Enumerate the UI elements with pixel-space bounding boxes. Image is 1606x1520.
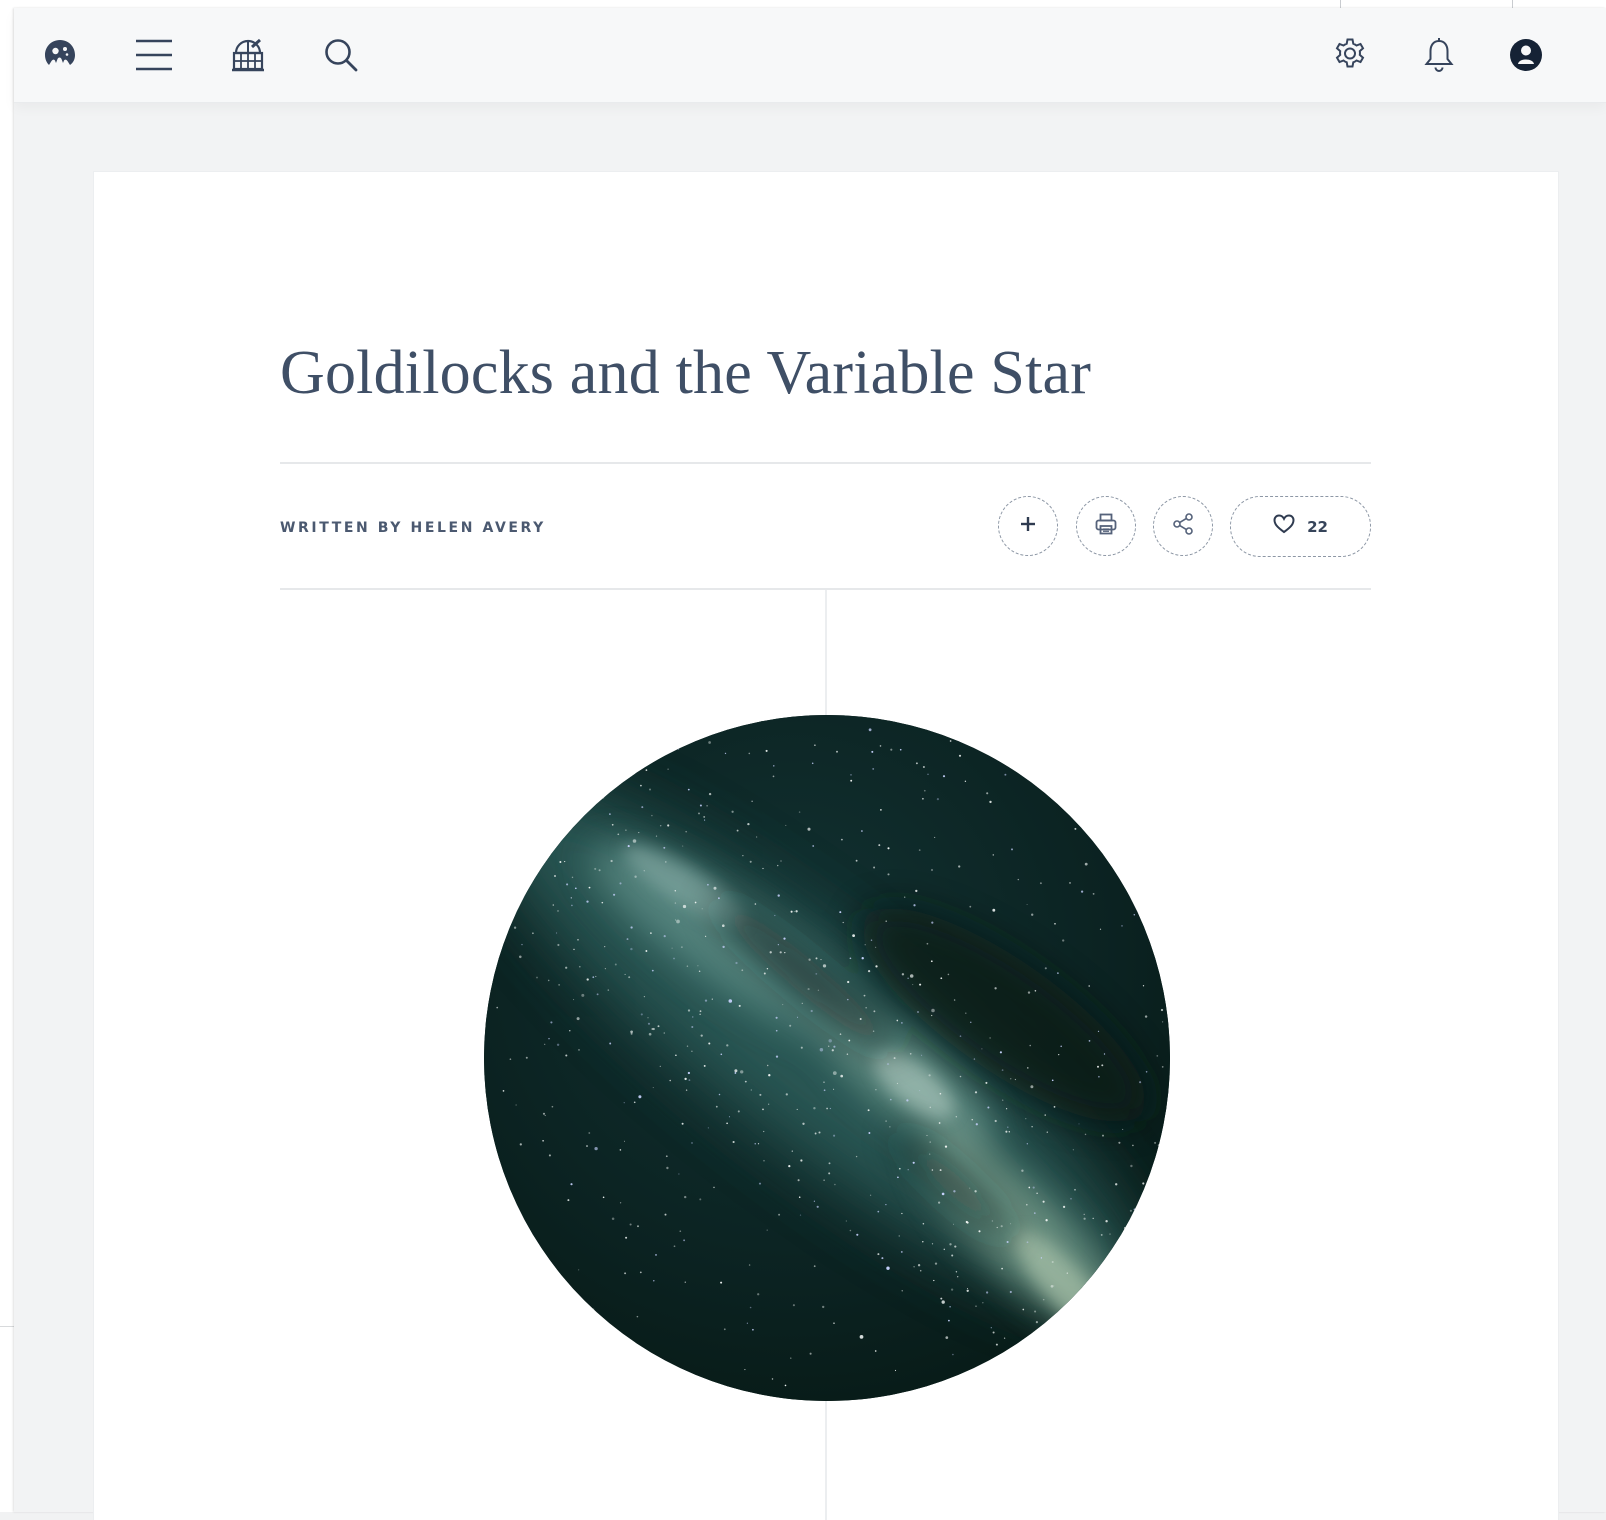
title-divider — [280, 462, 1371, 464]
hero-image — [484, 715, 1170, 1401]
search-button[interactable] — [317, 31, 365, 79]
gear-icon — [1332, 37, 1368, 73]
article-card: Goldilocks and the Variable Star WRITTEN… — [94, 172, 1558, 1520]
bell-icon — [1422, 37, 1456, 73]
top-navigation-bar — [14, 8, 1606, 102]
profile-button[interactable] — [1502, 31, 1550, 79]
observatory-button[interactable] — [224, 31, 272, 79]
like-button[interactable]: 22 — [1230, 496, 1371, 557]
logo-icon — [43, 38, 77, 72]
outer-window-divider — [0, 1326, 14, 1327]
outer-window-divider — [1340, 0, 1341, 8]
settings-button[interactable] — [1326, 31, 1374, 79]
logo-button[interactable] — [36, 31, 84, 79]
menu-icon — [134, 38, 174, 72]
printer-icon — [1094, 512, 1118, 541]
center-guide-line-top — [825, 590, 827, 716]
plus-icon — [1019, 515, 1037, 538]
user-icon — [1509, 38, 1543, 72]
share-icon — [1171, 512, 1195, 541]
search-icon — [323, 37, 359, 73]
like-count: 22 — [1307, 517, 1328, 536]
add-button[interactable] — [998, 496, 1058, 556]
observatory-icon — [230, 37, 266, 73]
outer-window-edge-left — [0, 0, 14, 1512]
article-title: Goldilocks and the Variable Star — [280, 339, 1092, 407]
article-byline: WRITTEN BY HELEN AVERY — [280, 520, 546, 536]
menu-button[interactable] — [130, 31, 178, 79]
milky-way-night-sky — [484, 715, 1170, 1401]
outer-window-edge-top — [0, 0, 1606, 8]
center-guide-line-bottom — [825, 1400, 827, 1520]
print-button[interactable] — [1076, 496, 1136, 556]
heart-icon — [1273, 514, 1295, 539]
notifications-button[interactable] — [1415, 31, 1463, 79]
share-button[interactable] — [1153, 496, 1213, 556]
outer-window-divider — [1512, 0, 1513, 8]
app-window: Goldilocks and the Variable Star WRITTEN… — [14, 8, 1606, 1520]
